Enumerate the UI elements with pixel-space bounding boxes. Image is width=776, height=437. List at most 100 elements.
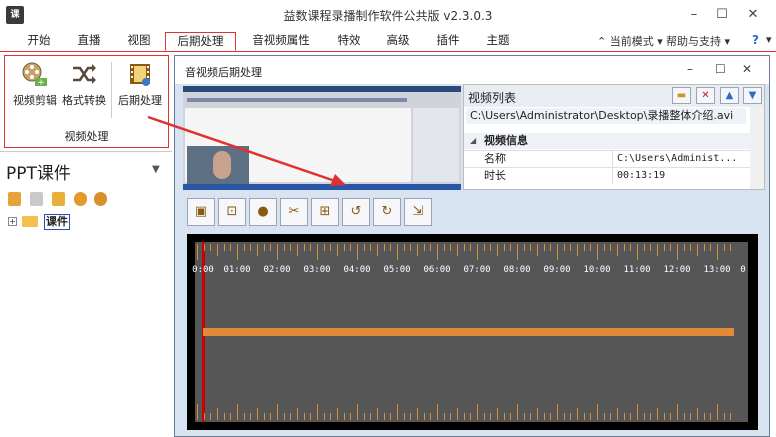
timeline-tick: [423, 244, 425, 251]
post-processing-label: 后期处理: [118, 94, 162, 107]
timeline-tick: [210, 413, 212, 420]
video-list-panel: 视频列表 ▬ ✕ ▲ ▼ C:\Users\Administrator\Desk…: [463, 84, 765, 190]
timeline-tick: [277, 244, 278, 260]
open-folder-icon[interactable]: ▬: [672, 87, 691, 104]
tab-plugins[interactable]: 插件: [429, 32, 467, 51]
mode-menu[interactable]: ⌃ 当前模式 ▾: [597, 33, 663, 49]
format-convert-button[interactable]: 格式转换: [58, 60, 110, 110]
group-divider: [111, 62, 112, 118]
add-page-icon[interactable]: [30, 192, 43, 206]
timeline-tick: [517, 244, 518, 260]
close-button[interactable]: ✕: [743, 5, 763, 25]
tab-view[interactable]: 视图: [120, 32, 158, 51]
tab-av-properties[interactable]: 音视频属性: [248, 32, 314, 51]
timeline-tick: [503, 413, 505, 420]
tab-live[interactable]: 直播: [70, 32, 108, 51]
timeline-tick: [550, 413, 552, 420]
timeline-tick: [330, 413, 332, 420]
timeline-tick: [490, 413, 492, 420]
timeline-tick: [603, 244, 605, 251]
window-title: 益数课程录播制作软件公共版 v2.3.0.3: [283, 9, 493, 23]
info-scrollbar[interactable]: [750, 107, 764, 189]
info-row-duration: 时长 00:13:19: [464, 167, 750, 184]
tab-advanced[interactable]: 高级: [379, 32, 417, 51]
export-icon[interactable]: ⇲: [404, 198, 432, 226]
timeline-tick: [350, 244, 352, 251]
chevron-down-icon[interactable]: ▼: [152, 164, 160, 175]
timeline-tick: [530, 244, 532, 251]
tab-start[interactable]: 开始: [20, 32, 58, 51]
timeline-tick: [457, 244, 458, 256]
timeline-tick: [370, 244, 372, 251]
timeline-tick: [290, 413, 292, 420]
post-processing-button[interactable]: 后期处理: [114, 60, 166, 110]
timeline-tick: [557, 404, 558, 420]
timeline-tick: [710, 413, 712, 420]
timeline-tick: [430, 413, 432, 420]
play-clip-icon[interactable]: ▣: [187, 198, 215, 226]
remove-icon[interactable]: ✕: [696, 87, 715, 104]
tree-item-courseware[interactable]: 课件: [44, 214, 70, 230]
delete-icon[interactable]: [94, 192, 107, 206]
timeline-tick: [430, 244, 432, 251]
pause-icon[interactable]: ●: [249, 198, 277, 226]
minimize-button[interactable]: –: [684, 5, 704, 25]
tab-post-processing[interactable]: 后期处理: [165, 32, 236, 51]
dialog-minimize-button[interactable]: –: [687, 62, 693, 76]
timeline-label: 04:00: [343, 265, 371, 275]
timeline-tick: [330, 244, 332, 251]
dialog-maximize-button[interactable]: ☐: [715, 62, 726, 76]
timeline-tick: [670, 244, 672, 251]
timeline-tick: [717, 404, 718, 420]
video-clip-track[interactable]: [203, 328, 734, 336]
timeline-track-area[interactable]: 0:00 01:00 02:00 03:00 04:00 05:00 06:00 07:00 0…: [192, 242, 748, 422]
timeline-tick: [223, 244, 225, 251]
info-value: 00:13:19: [612, 168, 665, 184]
help-label: 帮助与支持: [666, 35, 721, 48]
timeline-label: 09:00: [543, 265, 571, 275]
timeline-tick: [377, 244, 378, 256]
help-icon[interactable]: ?: [752, 33, 759, 47]
maximize-button[interactable]: ☐: [712, 5, 732, 25]
dialog-close-button[interactable]: ✕: [742, 62, 752, 76]
tab-theme[interactable]: 主题: [479, 32, 517, 51]
timeline-tick: [730, 244, 732, 251]
help-menu[interactable]: 帮助与支持 ▾: [666, 33, 730, 49]
timeline-tick: [483, 413, 485, 420]
timeline-tick: [723, 244, 725, 251]
redo-icon[interactable]: ↻: [373, 198, 401, 226]
undo-icon[interactable]: ↺: [342, 198, 370, 226]
video-edit-button[interactable]: + 视频剪辑: [9, 60, 61, 110]
timeline-tick: [410, 244, 412, 251]
format-convert-label: 格式转换: [62, 94, 106, 107]
timeline-tick: [617, 408, 618, 420]
timeline-tick: [630, 244, 632, 251]
timeline-tick: [663, 413, 665, 420]
timeline[interactable]: 0:00 01:00 02:00 03:00 04:00 05:00 06:00 07:00 0…: [187, 234, 758, 430]
add-folder-icon[interactable]: [52, 192, 65, 206]
timeline-tick: [370, 413, 372, 420]
timeline-tick: [510, 413, 512, 420]
collapse-icon[interactable]: ◢: [470, 133, 476, 149]
timeline-tick: [683, 244, 685, 251]
timeline-tick: [377, 408, 378, 420]
info-icon[interactable]: [74, 192, 87, 206]
move-up-icon[interactable]: ▲: [720, 87, 739, 104]
video-list-header: 视频列表 ▬ ✕ ▲ ▼: [464, 85, 764, 107]
frame-step-icon[interactable]: ⊡: [218, 198, 246, 226]
add-ppt-icon[interactable]: [8, 192, 21, 206]
video-preview: [183, 86, 461, 190]
timeline-tick: [677, 404, 678, 420]
timeline-tick: [610, 413, 612, 420]
cut-icon[interactable]: ✂: [280, 198, 308, 226]
tab-effects[interactable]: 特效: [330, 32, 368, 51]
timeline-tick: [237, 404, 238, 420]
timeline-tick: [477, 404, 478, 420]
timeline-tick: [703, 413, 705, 420]
video-list-item[interactable]: C:\Users\Administrator\Desktop\录播整体介绍.av…: [466, 108, 746, 124]
crop-icon[interactable]: ⊞: [311, 198, 339, 226]
move-down-icon[interactable]: ▼: [743, 87, 762, 104]
ribbon-options-icon[interactable]: ▾: [766, 33, 772, 46]
timeline-tick: [363, 244, 365, 251]
expand-icon[interactable]: +: [8, 217, 17, 226]
